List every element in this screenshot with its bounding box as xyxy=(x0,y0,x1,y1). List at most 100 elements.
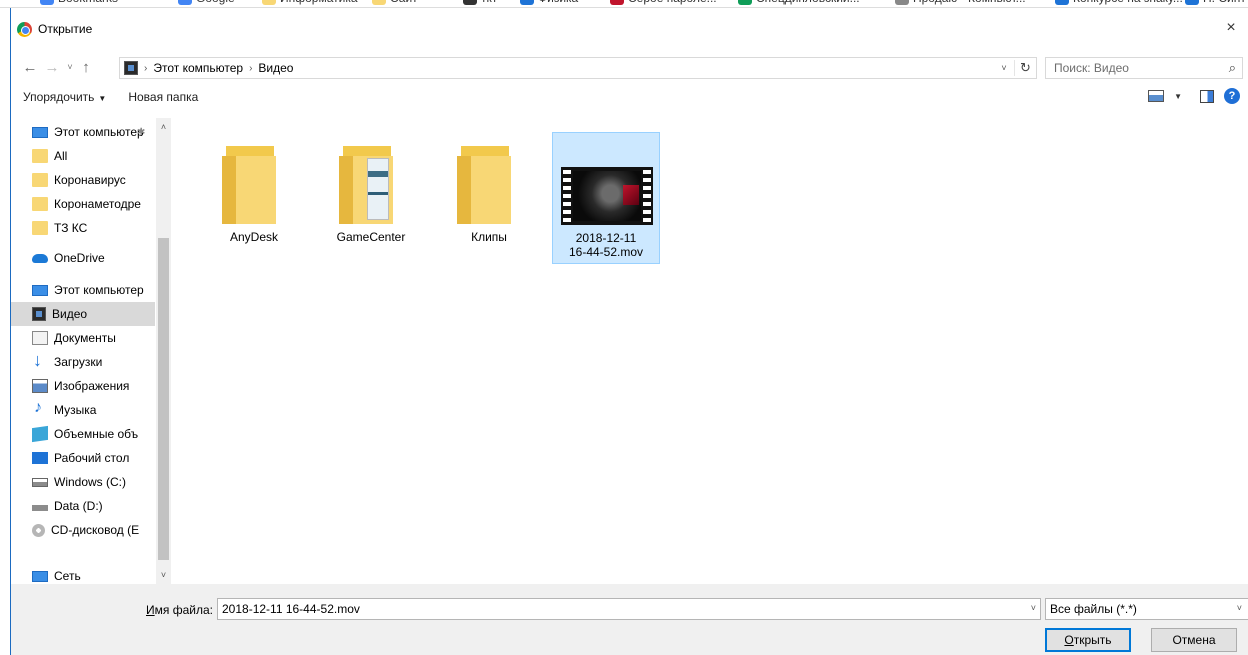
nav-item[interactable]: Data (D:) xyxy=(11,494,155,518)
recent-locations-chevron-icon[interactable]: ˅ xyxy=(63,62,77,72)
scroll-down-icon[interactable]: ˅ xyxy=(156,570,171,580)
address-row: ← → ˅ ↑ › Этот компьютер › Видео ˅ ↻ Пои… xyxy=(11,50,1248,84)
breadcrumb-this-pc[interactable]: Этот компьютер xyxy=(153,61,243,75)
filename-dropdown-icon[interactable]: ˅ xyxy=(1031,603,1036,613)
bookmark-item[interactable]: Серое пароле... xyxy=(610,0,717,5)
nav-item[interactable]: All xyxy=(11,144,155,168)
nav-item[interactable]: ТЗ КС xyxy=(11,216,155,240)
bookmark-icon xyxy=(463,0,477,5)
search-icon[interactable]: ⌕ xyxy=(1229,60,1236,76)
address-dropdown-icon[interactable]: ˅ xyxy=(994,63,1014,73)
video-thumbnail-icon xyxy=(561,167,653,225)
nav-item[interactable]: Документы xyxy=(11,326,155,350)
folder-icon xyxy=(32,197,48,211)
filetype-select[interactable]: Все файлы (*.*) ˅ xyxy=(1045,598,1248,620)
filetype-dropdown-icon[interactable]: ˅ xyxy=(1237,603,1242,613)
bookmark-label: Продаю · Компьют... xyxy=(913,0,1026,5)
nav-item[interactable]: Этот компьютер ✱ xyxy=(11,120,155,144)
nav-scrollbar[interactable]: ˄ ˅ xyxy=(156,118,171,584)
nav-item-label: Видео xyxy=(52,307,88,321)
search-box[interactable]: Поиск: Видео ⌕ xyxy=(1045,57,1243,79)
bookmark-item[interactable]: Информатика xyxy=(262,0,358,5)
nav-item-label: OneDrive xyxy=(54,251,105,265)
breadcrumb-separator: › xyxy=(144,62,148,74)
breadcrumb-separator: › xyxy=(249,62,253,74)
bookmark-item[interactable]: Н. Синт xyxy=(1185,0,1246,5)
bookmark-item[interactable]: Сайт xyxy=(372,0,418,5)
bookmark-label: Спецдипловский... xyxy=(756,0,860,5)
open-button[interactable]: Открыть xyxy=(1045,628,1131,652)
nav-item-label: Этот компьютер xyxy=(54,283,144,297)
scrollbar-thumb[interactable] xyxy=(158,238,169,560)
file-item-clips[interactable]: Клипы xyxy=(435,132,543,264)
nav-item[interactable]: Видео xyxy=(11,302,155,326)
organize-label: Упорядочить xyxy=(23,90,95,104)
refresh-icon[interactable]: ↻ xyxy=(1014,60,1036,76)
nav-item-label: Data (D:) xyxy=(54,499,103,513)
pin-icon: ✱ xyxy=(137,126,146,138)
bookmark-item[interactable]: Google xyxy=(178,0,235,5)
scroll-up-icon[interactable]: ˄ xyxy=(156,122,171,132)
bookmark-item[interactable]: Продаю · Компьют... xyxy=(895,0,1026,5)
file-item-anydesk[interactable]: AnyDesk xyxy=(200,132,308,264)
nav-item[interactable]: Этот компьютер xyxy=(11,278,155,302)
nav-item[interactable]: Загрузки xyxy=(11,350,155,374)
nav-item[interactable]: Объемные объ xyxy=(11,422,155,446)
cancel-button[interactable]: Отмена xyxy=(1151,628,1237,652)
organize-button[interactable]: Упорядочить ▼ xyxy=(23,90,106,104)
file-name: 2018-12-11 16-44-52.mov xyxy=(553,231,659,259)
nav-item-label: ТЗ КС xyxy=(54,221,88,235)
breadcrumb-video[interactable]: Видео xyxy=(258,61,293,75)
folder-icon xyxy=(32,149,48,163)
desk-icon xyxy=(32,452,48,464)
nav-item-label: Этот компьютер xyxy=(54,125,144,139)
cube-icon xyxy=(32,425,48,443)
nav-item[interactable]: Коронаметодре xyxy=(11,192,155,216)
bookmark-item[interactable]: ткт xyxy=(463,0,497,5)
dialog-footer: Имя файла: 2018-12-11 16-44-52.mov ˅ Все… xyxy=(11,584,1248,655)
file-item-gamecenter[interactable]: GameCenter xyxy=(317,132,425,264)
nav-item[interactable]: OneDrive xyxy=(11,246,155,270)
file-name-line2: 16-44-52.mov xyxy=(568,245,644,259)
file-item-video[interactable]: 2018-12-11 16-44-52.mov xyxy=(552,132,660,264)
filename-label-accesskey: И xyxy=(146,603,155,617)
nav-item[interactable]: Музыка xyxy=(11,398,155,422)
nav-item[interactable]: Рабочий стол xyxy=(11,446,155,470)
change-view-icon[interactable] xyxy=(1148,90,1165,102)
nav-item[interactable]: Windows (C:) xyxy=(11,470,155,494)
search-placeholder: Поиск: Видео xyxy=(1054,61,1129,75)
nav-item[interactable]: Коронавирус xyxy=(11,168,155,192)
folder-icon xyxy=(222,146,278,224)
nav-item[interactable]: CD-дисковод (E xyxy=(11,518,155,542)
preview-pane-icon[interactable] xyxy=(1200,89,1214,103)
drivec-icon xyxy=(32,477,48,487)
chrome-icon xyxy=(17,21,32,37)
bookmark-label: Физика xyxy=(538,0,578,5)
nav-item-label: Коронаметодре xyxy=(54,197,141,211)
view-options-chevron-icon[interactable]: ▼ xyxy=(1174,92,1182,101)
filename-input[interactable]: 2018-12-11 16-44-52.mov ˅ xyxy=(217,598,1041,620)
bookmark-label: ткт xyxy=(481,0,497,5)
nav-item-label: Коронавирус xyxy=(54,173,126,187)
filename-value: 2018-12-11 16-44-52.mov xyxy=(222,602,360,616)
open-label: ткрыть xyxy=(1073,633,1112,647)
back-button[interactable]: ← xyxy=(19,56,41,78)
bookmark-item[interactable]: Физика xyxy=(520,0,578,5)
navigation-pane: Этот компьютер ✱ All Коронавирус Коронаметод… xyxy=(11,118,171,584)
bookmark-item[interactable]: Bookmarks xyxy=(40,0,118,5)
forward-button[interactable]: → xyxy=(41,56,63,78)
bookmarks-bar: Bookmarks Google Информатика Сайт ткт Физика С… xyxy=(0,0,1248,8)
nav-item-label: Windows (C:) xyxy=(54,475,127,489)
bookmark-icon xyxy=(895,0,909,5)
address-bar[interactable]: › Этот компьютер › Видео ˅ ↻ xyxy=(119,57,1037,79)
close-icon[interactable]: × xyxy=(1222,20,1240,38)
bookmark-item[interactable]: Конкурсе на знаку... xyxy=(1055,0,1183,5)
bookmark-item[interactable]: Спецдипловский... xyxy=(738,0,860,5)
up-button[interactable]: ↑ xyxy=(77,56,95,78)
file-name-line1: 2018-12-11 xyxy=(575,231,637,245)
nav-item[interactable]: Изображения xyxy=(11,374,155,398)
new-folder-button[interactable]: Новая папка xyxy=(128,90,198,104)
cloud-icon xyxy=(32,253,48,263)
help-icon[interactable]: ? xyxy=(1224,88,1240,104)
nav-item-label: All xyxy=(54,149,68,163)
